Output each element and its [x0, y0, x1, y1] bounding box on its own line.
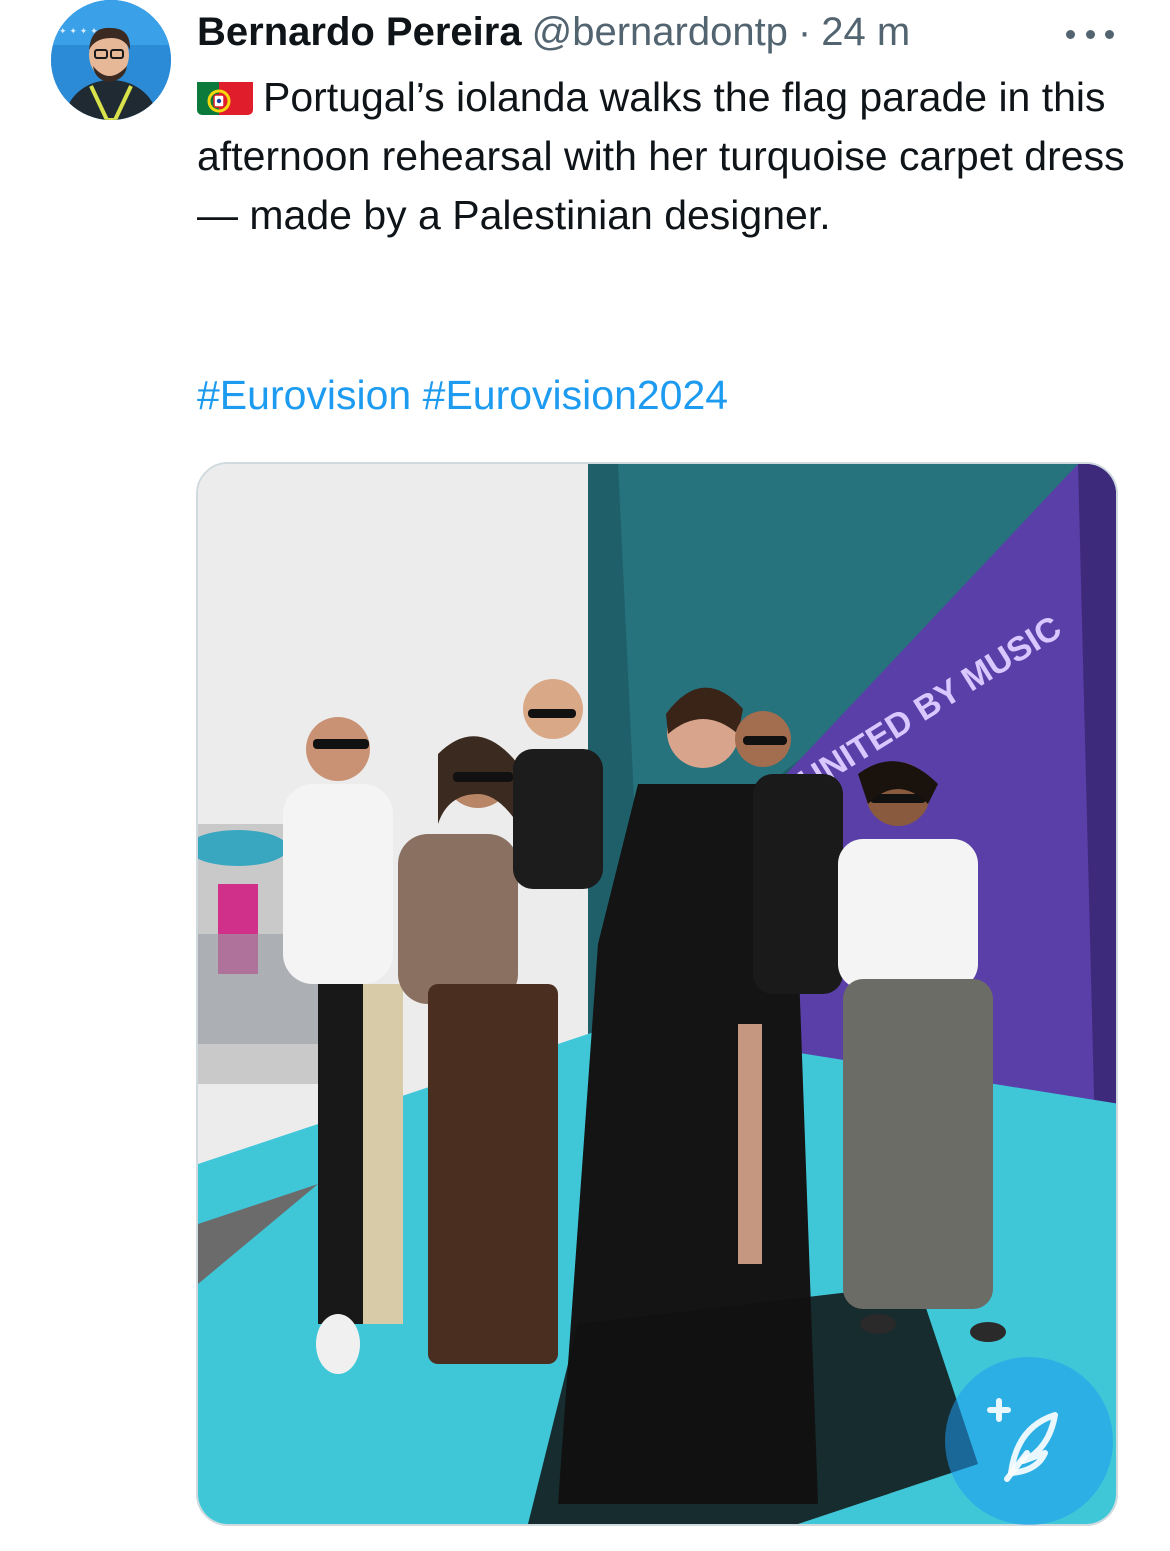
author-handle[interactable]: @bernardontp [532, 6, 788, 58]
timestamp[interactable]: 24 m [821, 6, 910, 58]
tweet-text: Portugal’s iolanda walks the flag parade… [197, 68, 1127, 245]
avatar-image: ✦ ✦ ✦ ✦ [51, 0, 171, 120]
header-separator: · [797, 10, 812, 54]
author-name[interactable]: Bernardo Pereira [197, 6, 522, 58]
tweet-body: Portugal’s iolanda walks the flag parade… [197, 74, 1125, 238]
hashtag-eurovision2024[interactable]: #Eurovision2024 [423, 372, 728, 418]
tweet[interactable]: ✦ ✦ ✦ ✦ Bernardo Pereira @bernardontp · … [0, 0, 1170, 1551]
hashtag-eurovision[interactable]: #Eurovision [197, 372, 411, 418]
more-dot-icon [1085, 29, 1095, 39]
portugal-flag-icon [197, 77, 253, 115]
more-options-button[interactable] [1062, 14, 1118, 54]
more-dot-icon [1066, 29, 1075, 39]
tweet-header: Bernardo Pereira @bernardontp · 24 m [197, 6, 910, 58]
compose-tweet-button[interactable] [945, 1357, 1113, 1525]
more-dot-icon [1105, 29, 1114, 39]
svg-text:✦ ✦ ✦ ✦: ✦ ✦ ✦ ✦ [59, 27, 98, 37]
avatar[interactable]: ✦ ✦ ✦ ✦ [51, 0, 171, 120]
feather-plus-icon [987, 1398, 1058, 1482]
hashtags: #Eurovision #Eurovision2024 [197, 366, 728, 425]
